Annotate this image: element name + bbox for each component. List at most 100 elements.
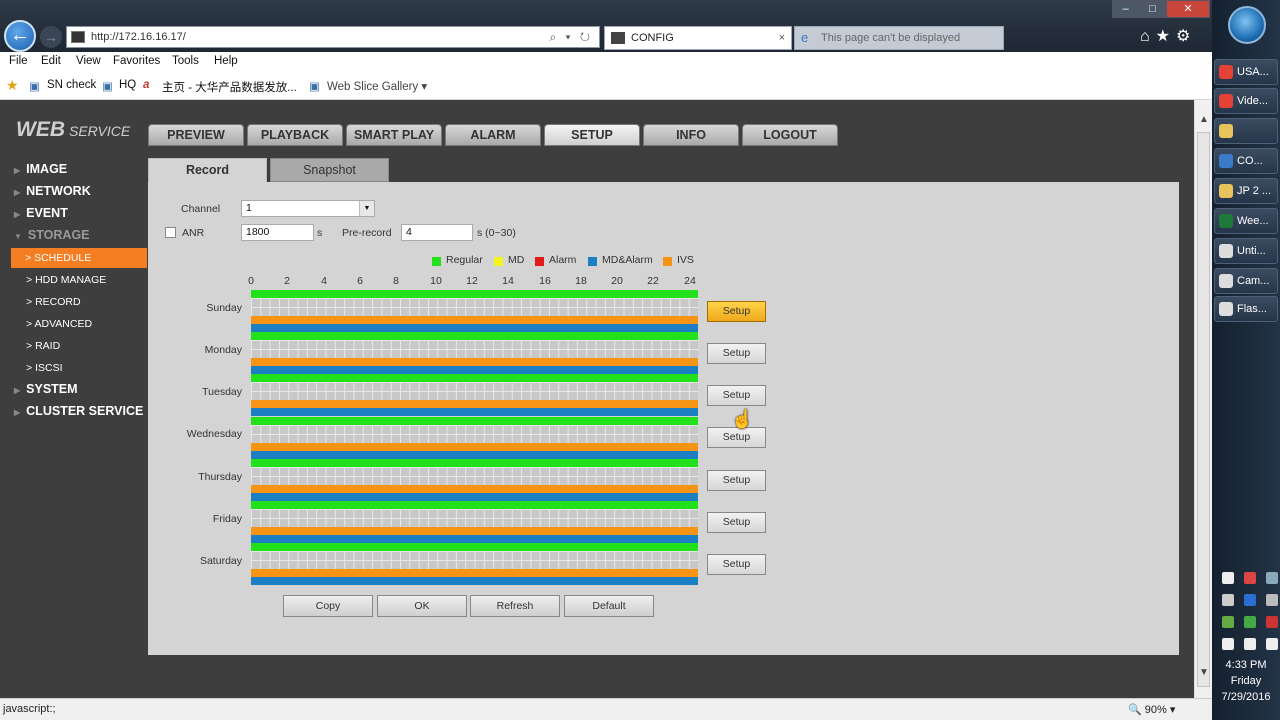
sidebar-sub-hdd-manage[interactable]: > HDD MANAGE	[26, 274, 106, 286]
tray-flag-icon[interactable]	[1266, 616, 1278, 628]
address-url[interactable]: http://172.16.16.17/	[91, 31, 186, 43]
back-button[interactable]: ←	[4, 20, 36, 52]
tab-page-error[interactable]: e This page can't be displayed	[794, 26, 1004, 50]
setup-button-wednesday[interactable]: Setup	[707, 427, 766, 448]
tab-snapshot[interactable]: Snapshot	[270, 158, 389, 182]
fav-web-slice-gallery[interactable]: Web Slice Gallery ▾	[327, 79, 427, 93]
taskbar-item-chrome[interactable]: USA...	[1214, 59, 1278, 85]
taskbar-item-flash[interactable]: Flas...	[1214, 296, 1278, 322]
scroll-thumb[interactable]	[1197, 132, 1210, 687]
home-icon[interactable]: ⌂	[1140, 28, 1156, 45]
tray-check-icon[interactable]	[1244, 616, 1256, 628]
sidebar-item-image[interactable]: ▶ IMAGE	[14, 162, 67, 176]
ok-button[interactable]: OK	[377, 595, 467, 617]
schedule-empty-cells[interactable]	[251, 340, 698, 359]
menu-help[interactable]: Help	[214, 55, 238, 67]
tray-monitor-icon[interactable]	[1244, 638, 1256, 650]
sidebar-item-event[interactable]: ▶ EVENT	[14, 206, 68, 220]
caret-down-icon: ▼	[14, 232, 22, 241]
volume-icon[interactable]	[1266, 638, 1278, 650]
sidebar-item-network[interactable]: ▶ NETWORK	[14, 184, 91, 198]
menu-tools[interactable]: Tools	[172, 55, 199, 67]
favorites-star-icon[interactable]: ★	[6, 77, 19, 94]
menu-favorites[interactable]: Favorites	[113, 55, 160, 67]
sidebar-sub-advanced[interactable]: > ADVANCED	[26, 318, 92, 330]
sidebar-sub-record[interactable]: > RECORD	[26, 296, 81, 308]
tab-record[interactable]: Record	[148, 158, 267, 182]
menu-view[interactable]: View	[76, 55, 101, 67]
forward-button[interactable]: →	[40, 26, 62, 48]
setup-button-friday[interactable]: Setup	[707, 512, 766, 533]
setup-button-tuesday[interactable]: Setup	[707, 385, 766, 406]
sidebar-item-storage[interactable]: ▼ STORAGE	[14, 228, 90, 242]
prerecord-input[interactable]: 4	[401, 224, 473, 241]
close-window-button[interactable]: ✕	[1166, 0, 1210, 18]
nav-preview[interactable]: PREVIEW	[148, 124, 244, 146]
taskbar-item-chrome-video[interactable]: Vide...	[1214, 88, 1278, 114]
anr-checkbox[interactable]	[165, 227, 176, 238]
maximize-button[interactable]: □	[1139, 0, 1166, 18]
nav-playback[interactable]: PLAYBACK	[247, 124, 343, 146]
nav-smart-play[interactable]: SMART PLAY	[346, 124, 442, 146]
scroll-up-icon[interactable]: ▲	[1199, 114, 1209, 125]
tray-device-icon[interactable]	[1266, 594, 1278, 606]
sidebar-sub-label: HDD MANAGE	[35, 274, 107, 286]
refresh-button[interactable]: Refresh	[470, 595, 560, 617]
schedule-empty-cells[interactable]	[251, 424, 698, 443]
sidebar-sub-raid[interactable]: > RAID	[26, 340, 60, 352]
address-controls[interactable]: ⌕ ▾ ↻	[549, 30, 593, 45]
taskbar-item-camera[interactable]: Cam...	[1214, 268, 1278, 294]
tray-shield-icon[interactable]	[1222, 594, 1234, 606]
sidebar-sub-iscsi[interactable]: > ISCSI	[26, 362, 63, 374]
nav-alarm[interactable]: ALARM	[445, 124, 541, 146]
schedule-empty-cells[interactable]	[251, 509, 698, 527]
copy-button[interactable]: Copy	[283, 595, 373, 617]
setup-button-saturday[interactable]: Setup	[707, 554, 766, 575]
anr-input[interactable]: 1800	[241, 224, 314, 241]
fav-dahua[interactable]: 主页 - 大华产品数据发放...	[162, 79, 297, 95]
chevron-down-icon[interactable]: ▼	[359, 201, 374, 216]
menu-edit[interactable]: Edit	[41, 55, 61, 67]
bluetooth-icon[interactable]	[1244, 594, 1256, 606]
setup-button-sunday[interactable]: Setup	[707, 301, 766, 322]
schedule-empty-cells[interactable]	[251, 382, 698, 401]
nav-info[interactable]: INFO	[643, 124, 739, 146]
fav-hq[interactable]: HQ	[119, 79, 136, 91]
tray-network-icon[interactable]	[1266, 572, 1278, 584]
menu-file[interactable]: File	[9, 55, 28, 67]
tab-close-icon[interactable]: ×	[779, 27, 785, 49]
scroll-down-icon[interactable]: ▼	[1199, 667, 1209, 678]
channel-select[interactable]: 1 ▼	[241, 200, 375, 217]
tray-window-icon[interactable]	[1222, 572, 1234, 584]
sidebar-sub-schedule[interactable]: > SCHEDULE	[11, 248, 147, 268]
schedule-empty-cells[interactable]	[251, 466, 698, 485]
star-icon[interactable]: ★	[1156, 28, 1176, 45]
tab-config[interactable]: CONFIG ×	[604, 26, 792, 50]
taskbar-item-excel[interactable]: Wee...	[1214, 208, 1278, 234]
schedule-grid[interactable]	[251, 290, 698, 586]
taskbar-clock[interactable]: 4:33 PM Friday 7/29/2016	[1212, 657, 1280, 705]
tray-android-icon[interactable]	[1222, 616, 1234, 628]
nav-setup[interactable]: SETUP	[544, 124, 640, 146]
nav-logout[interactable]: LOGOUT	[742, 124, 838, 146]
gear-icon[interactable]: ⚙	[1176, 28, 1196, 45]
schedule-empty-cells[interactable]	[251, 551, 698, 570]
schedule-empty-cells[interactable]	[251, 298, 698, 316]
setup-button-monday[interactable]: Setup	[707, 343, 766, 364]
tray-copy-icon[interactable]	[1222, 638, 1234, 650]
fav-sn-check[interactable]: SN check	[47, 79, 96, 91]
setup-button-thursday[interactable]: Setup	[707, 470, 766, 491]
taskbar-item-ie-config[interactable]: CO...	[1214, 148, 1278, 174]
minimize-button[interactable]: –	[1112, 0, 1139, 18]
sidebar-item-cluster-service[interactable]: ▶ CLUSTER SERVICE	[14, 404, 143, 418]
taskbar-item-explorer[interactable]	[1214, 118, 1278, 144]
tray-app-icon[interactable]	[1244, 572, 1256, 584]
start-button[interactable]	[1228, 6, 1266, 44]
sidebar-item-system[interactable]: ▶ SYSTEM	[14, 382, 78, 396]
vertical-scrollbar[interactable]: ▲ ▼	[1194, 100, 1212, 698]
taskbar-item-folder[interactable]: JP 2 ...	[1214, 178, 1278, 204]
address-bar[interactable]: http://172.16.16.17/ ⌕ ▾ ↻	[66, 26, 600, 48]
taskbar-item-untitled[interactable]: Unti...	[1214, 238, 1278, 264]
zoom-control[interactable]: 🔍 90% ▾	[1128, 703, 1175, 716]
default-button[interactable]: Default	[564, 595, 654, 617]
